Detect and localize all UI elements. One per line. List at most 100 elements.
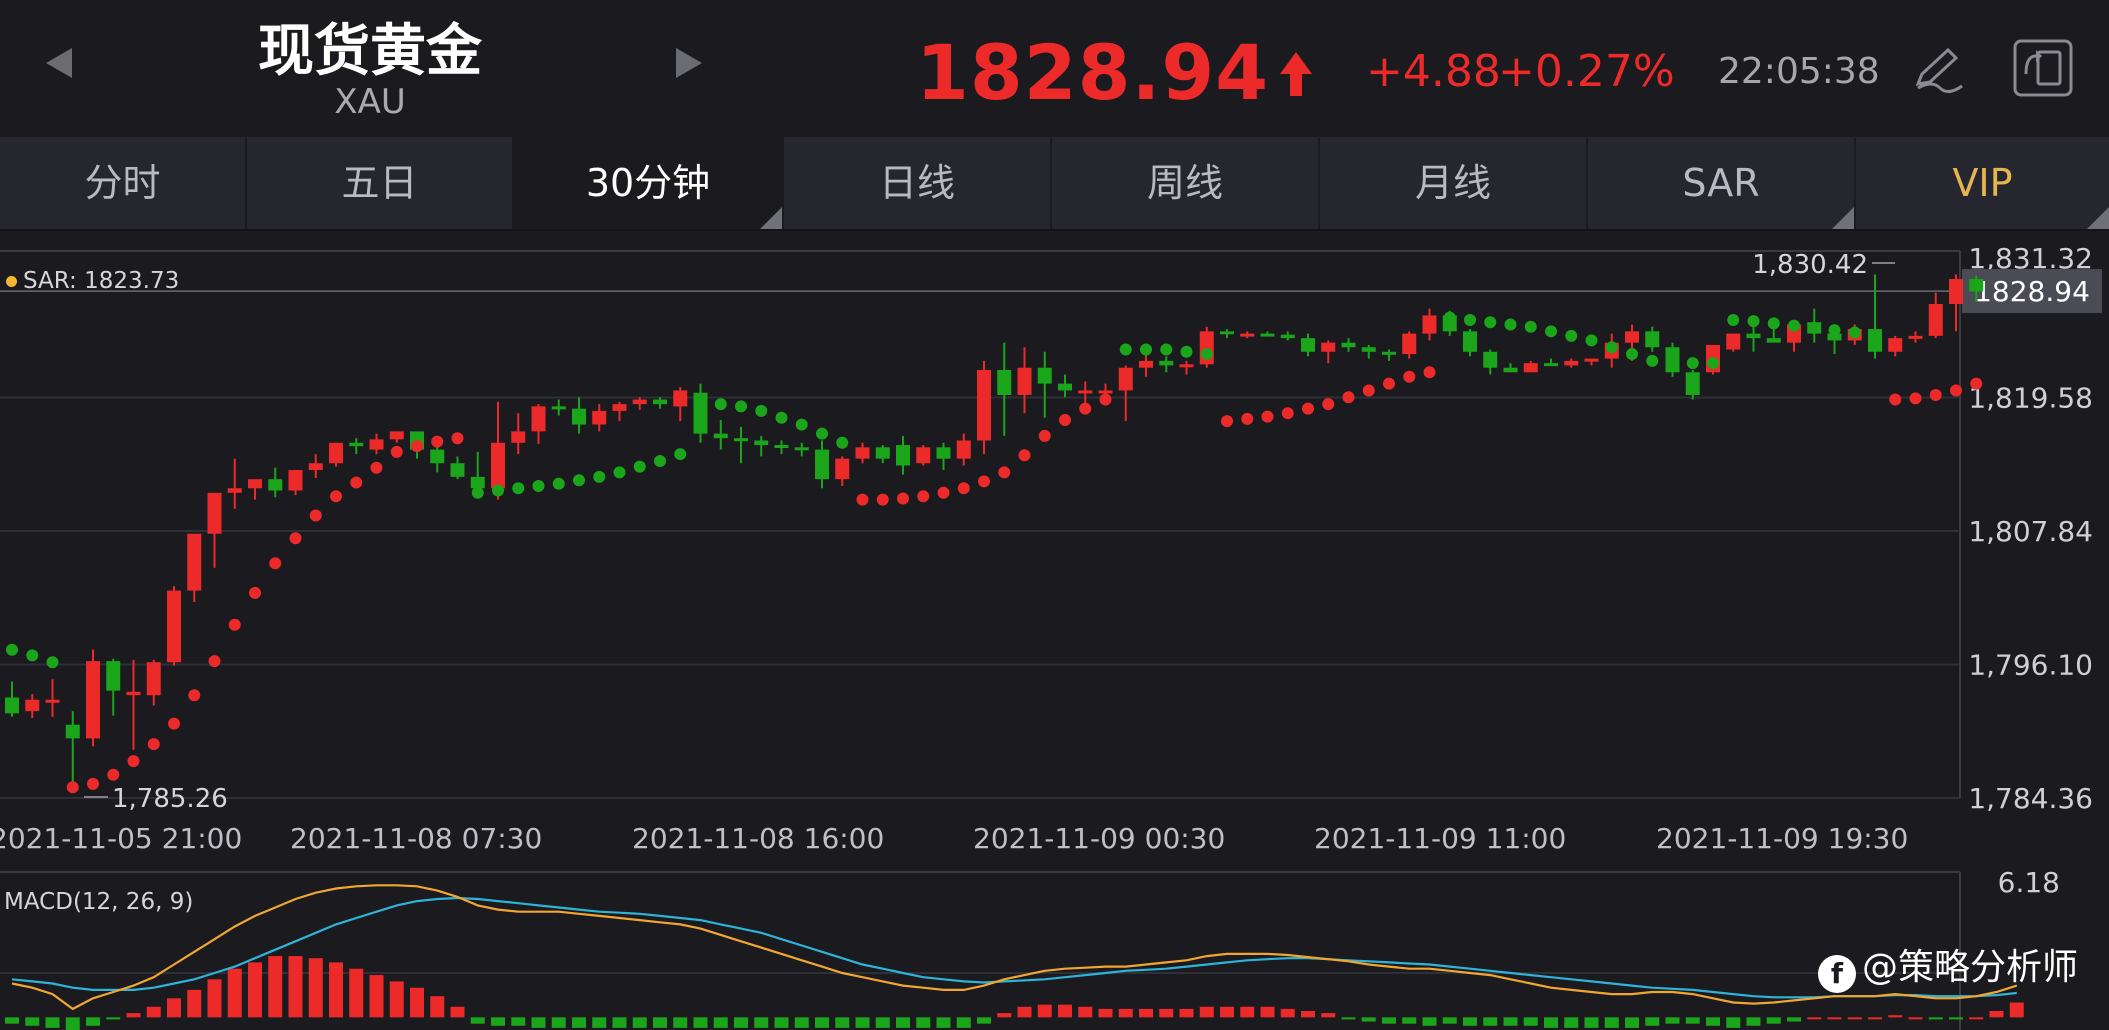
tab-daily[interactable]: 日线 (784, 137, 1052, 229)
macd-histogram-bar (1382, 1017, 1396, 1024)
macd-histogram-bar (1827, 1017, 1842, 1020)
macd-histogram-bar (855, 1017, 870, 1028)
candle-body (1888, 338, 1903, 352)
sar-point (1646, 354, 1659, 367)
tab-weekly[interactable]: 周线 (1052, 137, 1320, 229)
candle-body (470, 476, 485, 489)
screen-rotate-icon[interactable] (2012, 38, 2074, 98)
tab-vip-label: VIP (1952, 161, 2013, 205)
sar-point (654, 454, 666, 467)
candle-body (511, 431, 526, 443)
macd-histogram-bar (875, 1017, 890, 1028)
sar-point (1018, 449, 1031, 462)
candle-body (1908, 335, 1923, 339)
sar-point (573, 474, 585, 487)
sar-point (66, 781, 79, 794)
tab-sar-label: SAR (1682, 161, 1760, 205)
sar-point (1281, 407, 1294, 420)
tab-indicator-sar[interactable]: SAR (1588, 137, 1856, 229)
sar-point (552, 477, 565, 490)
sar-point (856, 493, 869, 506)
candle-body (248, 479, 262, 489)
candle-body (430, 449, 445, 464)
candle-body (1402, 333, 1417, 355)
sar-point (755, 404, 768, 417)
sar-point (937, 486, 950, 499)
candle-body (1483, 351, 1498, 368)
sar-point (390, 445, 403, 458)
sar-point (795, 418, 808, 431)
macd-histogram-bar (1341, 1017, 1356, 1020)
candle-body (1523, 363, 1538, 373)
sar-point (228, 618, 241, 631)
candle-body (126, 691, 141, 696)
tab-monthly[interactable]: 月线 (1320, 137, 1588, 229)
sar-point (1504, 318, 1517, 331)
candle-body (1969, 279, 1984, 292)
macd-histogram-bar (1685, 1017, 1700, 1024)
macd-histogram-bar (653, 1017, 667, 1028)
tab-30min[interactable]: 30分钟 (514, 137, 784, 229)
sar-point (1565, 329, 1578, 342)
candle-body (167, 590, 181, 663)
candle-body (673, 390, 688, 407)
macd-histogram-bar (1422, 1017, 1437, 1026)
sar-point (613, 466, 626, 479)
x-tick-label: 2021-11-08 16:00 (632, 822, 884, 855)
sar-point (1079, 402, 1092, 415)
sar-point (1200, 348, 1213, 361)
triangle-left-icon[interactable] (46, 48, 72, 78)
pen-icon[interactable] (1910, 44, 1966, 94)
candle-body (1746, 333, 1761, 339)
y-tick-label: 1,807.84 (1968, 515, 2093, 548)
macd-histogram-bar (1321, 1013, 1336, 1018)
macd-histogram-bar (146, 1006, 161, 1018)
sar-point (1707, 357, 1719, 370)
macd-histogram-bar (612, 1017, 627, 1028)
candle-body (794, 447, 809, 451)
sar-point (1929, 388, 1942, 401)
sar-point (188, 689, 201, 702)
macd-histogram-bar (1118, 1008, 1133, 1018)
macd-histogram-bar (713, 1017, 728, 1028)
macd-histogram-bar (187, 989, 202, 1018)
sar-point (1160, 343, 1173, 356)
sar-point (46, 656, 59, 669)
macd-histogram-bar (1908, 1017, 1923, 1020)
candle-body (1280, 334, 1295, 339)
macd-histogram-bar (1483, 1017, 1498, 1026)
sar-point (1686, 357, 1699, 370)
sar-point (1140, 343, 1152, 356)
macd-histogram-bar (673, 1017, 688, 1028)
candle-body (288, 470, 303, 491)
candle-body (1382, 351, 1396, 355)
macd-histogram-bar (1665, 1017, 1680, 1024)
macd-histogram-bar (126, 1013, 141, 1018)
macd-histogram-bar (936, 1017, 951, 1028)
candle-body (612, 404, 627, 411)
sar-point (87, 777, 99, 790)
candle-body (855, 447, 870, 459)
tab-30min-label: 30分钟 (585, 161, 711, 205)
macd-histogram-bar (551, 1017, 566, 1028)
sar-point (289, 532, 302, 545)
sar-point (1261, 410, 1274, 423)
sar-point (1484, 316, 1497, 329)
sar-point (370, 461, 383, 474)
macd-histogram-bar (369, 975, 384, 1018)
dropdown-corner-icon (760, 207, 782, 229)
triangle-right-icon[interactable] (676, 48, 702, 78)
price-change-percent: +0.27% (1498, 46, 1675, 97)
macd-histogram-bar (693, 1017, 708, 1028)
tab-five-day[interactable]: 五日 (247, 137, 514, 229)
macd-histogram-bar (1564, 1017, 1579, 1028)
sar-point (451, 432, 464, 445)
x-tick-label: 2021-11-08 07:30 (290, 822, 542, 855)
sar-point (1727, 313, 1740, 326)
sar-point (836, 436, 849, 449)
tab-vip[interactable]: VIP (1856, 137, 2109, 229)
sar-point (1889, 393, 1902, 406)
tab-intraday[interactable]: 分时 (0, 137, 247, 229)
sar-point (1383, 377, 1395, 390)
kline-chart[interactable]: 1,831.321,819.581,807.841,796.101,784.36… (0, 231, 2109, 1030)
